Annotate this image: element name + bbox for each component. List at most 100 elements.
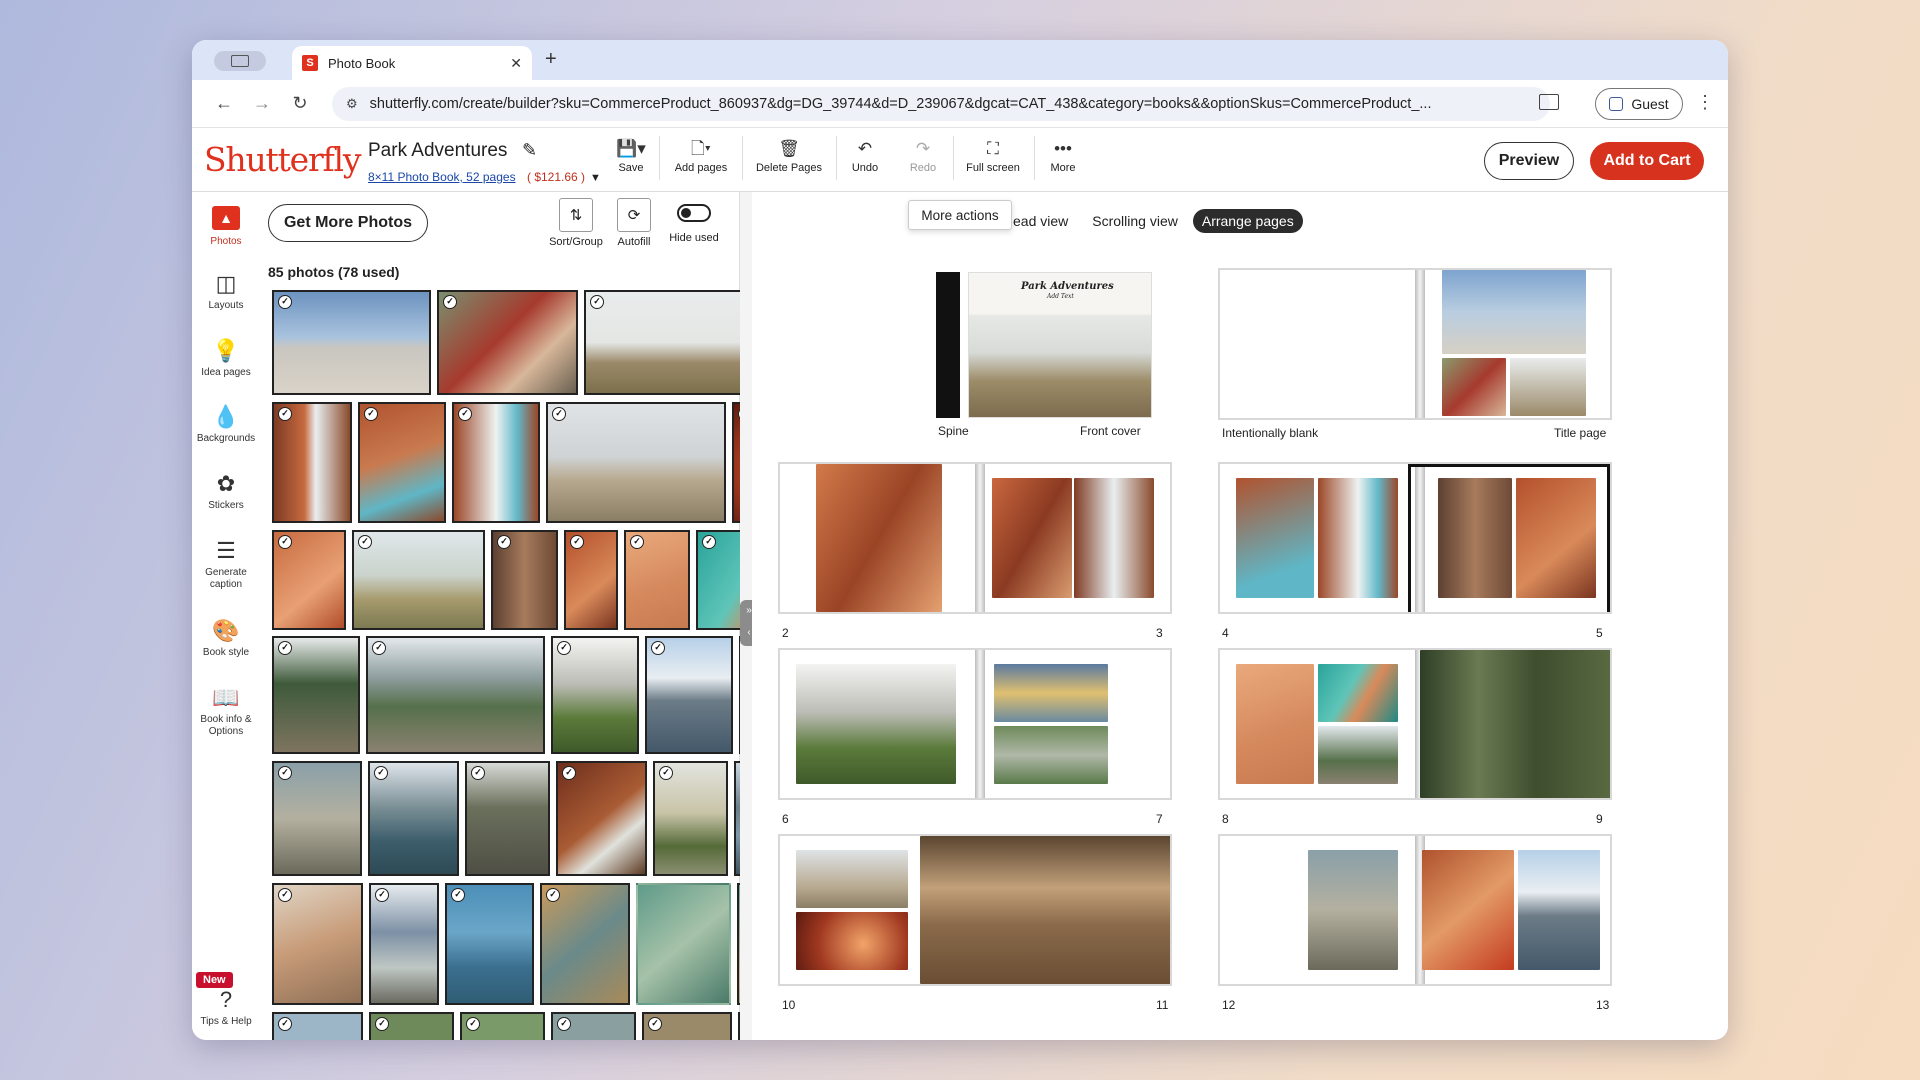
photo-thumbnail[interactable]: ✓ (465, 761, 550, 876)
undo-button[interactable]: ↶ Undo (846, 138, 884, 174)
tab-spread-view[interactable]: ead view (1004, 209, 1077, 233)
page-spread[interactable] (778, 834, 1172, 986)
photo-thumbnail[interactable]: ✓ (272, 290, 431, 395)
hide-used-toggle[interactable]: Hide used (664, 198, 724, 244)
check-icon: ✓ (443, 295, 457, 309)
spine (936, 272, 964, 418)
photo-thumbnail[interactable]: ✓ (272, 636, 360, 754)
page-spread[interactable] (1218, 462, 1612, 614)
toolbar-divider (1034, 136, 1035, 180)
photo-thumbnail[interactable]: ✓ (272, 530, 346, 630)
url-box[interactable]: ⚙ shutterfly.com/create/builder?sku=Comm… (332, 86, 1550, 121)
photo-thumbnail[interactable]: ✓ (272, 402, 352, 523)
photo-thumbnail[interactable]: ✓ (452, 402, 540, 523)
chevron-down-icon[interactable]: ▼ (590, 172, 601, 184)
rail-label: Idea pages (201, 367, 251, 378)
photo-thumbnail[interactable]: ✓ (551, 1012, 636, 1040)
check-icon: ✓ (557, 1017, 571, 1031)
add-pages-label: Add pages (674, 162, 728, 174)
page-photo (796, 664, 956, 784)
photo-thumbnail[interactable]: ✓ (551, 636, 639, 754)
photo-thumbnail[interactable]: ✓ (272, 1012, 363, 1040)
cast-icon[interactable] (1539, 94, 1559, 110)
photo-thumbnail[interactable]: ✓ (584, 290, 742, 395)
rail-label: Book style (202, 647, 250, 658)
photo-thumbnail[interactable]: ✓ (272, 761, 362, 876)
page-spread-title[interactable] (1218, 268, 1612, 420)
tab-search-icon[interactable] (214, 51, 266, 71)
page-spread[interactable] (1218, 648, 1612, 800)
page-photo (796, 850, 908, 908)
sort-group-button[interactable]: ⇅ Sort/Group (546, 198, 606, 248)
photo-thumbnail[interactable]: ✓ (368, 761, 459, 876)
autofill-button[interactable]: ⟳ Autofill (612, 198, 656, 248)
photo-thumbnail[interactable]: ✓ (491, 530, 558, 630)
save-button[interactable]: 💾▾ Save (612, 138, 650, 174)
add-pages-button[interactable]: 🗋▾ Add pages (670, 138, 732, 174)
browser-tab[interactable]: S Photo Book ✕ (292, 46, 532, 80)
photo-thumbnail[interactable]: ✓ (564, 530, 618, 630)
forward-icon[interactable]: → (246, 93, 278, 114)
photo-thumbnail[interactable]: ✓ (358, 402, 446, 523)
rail-item-layouts[interactable]: ◫ Layouts (192, 270, 260, 312)
photo-thumbnail[interactable]: ✓ (645, 636, 733, 754)
tab-scrolling-view[interactable]: Scrolling view (1083, 209, 1187, 233)
add-to-cart-button[interactable]: Add to Cart (1590, 142, 1704, 180)
site-settings-icon[interactable]: ⚙ (346, 96, 358, 112)
autofill-label: Autofill (617, 236, 651, 248)
photo-thumbnail[interactable]: ✓ (642, 1012, 732, 1040)
shutterfly-logo[interactable]: Shutterfly (204, 140, 362, 179)
photo-thumbnail[interactable]: ✓ (445, 883, 534, 1005)
page-number: 12 (1222, 998, 1236, 1012)
reload-icon[interactable]: ↻ (284, 93, 316, 114)
full-screen-button[interactable]: ⛶ Full screen (962, 138, 1024, 174)
page-photo (1510, 358, 1586, 416)
check-icon: ✓ (659, 766, 673, 780)
rail-item-stickers[interactable]: ✿ Stickers (192, 470, 260, 512)
project-subtitle-link[interactable]: 8×11 Photo Book, 52 pages (368, 170, 516, 184)
close-tab-icon[interactable]: ✕ (510, 55, 522, 72)
rail-item-backgrounds[interactable]: 💧 Backgrounds (192, 403, 260, 445)
rail-item-generate-caption[interactable]: ☰ Generate caption (192, 537, 260, 591)
panel-splitter[interactable]: » ‹ (740, 192, 758, 1040)
new-tab-icon[interactable]: + (545, 48, 557, 71)
tab-arrange-pages[interactable]: Arrange pages (1192, 209, 1303, 233)
photo-thumbnail[interactable]: ✓ (540, 883, 630, 1005)
page-spread[interactable] (1218, 834, 1612, 986)
page-spread[interactable] (778, 462, 1172, 614)
rail-item-idea-pages[interactable]: 💡 Idea pages (192, 337, 260, 379)
more-button[interactable]: ••• More (1044, 138, 1082, 174)
app-body: ▲ Photos ◫ Layouts 💡 Idea pages 💧 Backgr… (192, 192, 1728, 1040)
photo-thumbnail[interactable] (636, 883, 731, 1005)
photo-thumbnail[interactable]: ✓ (653, 761, 728, 876)
back-icon[interactable]: ← (208, 93, 240, 114)
rail-item-photos[interactable]: ▲ Photos (192, 202, 260, 248)
photo-thumbnail[interactable]: ✓ (366, 636, 545, 754)
preview-button[interactable]: Preview (1484, 142, 1574, 180)
photo-thumbnail[interactable]: ✓ (352, 530, 485, 630)
photo-thumbnail[interactable]: ✓ (556, 761, 647, 876)
photo-thumbnail[interactable]: ✓ (272, 883, 363, 1005)
photo-thumbnail[interactable]: ✓ (546, 402, 726, 523)
rail-item-book-style[interactable]: 🎨 Book style (192, 617, 260, 659)
redo-button[interactable]: ↷ Redo (904, 138, 942, 174)
photo-thumbnail[interactable]: ✓ (437, 290, 578, 395)
photo-thumbnail[interactable]: ✓ (624, 530, 690, 630)
rail-item-tips-help[interactable]: ? Tips & Help (192, 986, 260, 1028)
profile-button[interactable]: Guest (1595, 88, 1683, 120)
project-title[interactable]: Park Adventures (368, 140, 507, 162)
page-spread[interactable] (778, 648, 1172, 800)
toggle-switch[interactable] (677, 204, 711, 222)
photo-thumbnail[interactable]: ✓ (460, 1012, 545, 1040)
rail-item-book-info[interactable]: 📖 Book info & Options (192, 684, 260, 738)
get-more-photos-button[interactable]: Get More Photos (268, 204, 428, 242)
photo-thumbnail[interactable]: ✓ (369, 883, 439, 1005)
cover-spread[interactable]: Park Adventures Add Text (936, 272, 1152, 418)
rail-label: Layouts (208, 300, 244, 311)
page-photo (992, 478, 1072, 598)
delete-pages-button[interactable]: 🗑 Delete Pages (752, 138, 826, 174)
browser-menu-icon[interactable]: ⋮ (1696, 92, 1714, 113)
edit-title-icon[interactable]: ✎ (522, 140, 537, 161)
url-text[interactable]: shutterfly.com/create/builder?sku=Commer… (370, 96, 1530, 112)
photo-thumbnail[interactable]: ✓ (369, 1012, 454, 1040)
